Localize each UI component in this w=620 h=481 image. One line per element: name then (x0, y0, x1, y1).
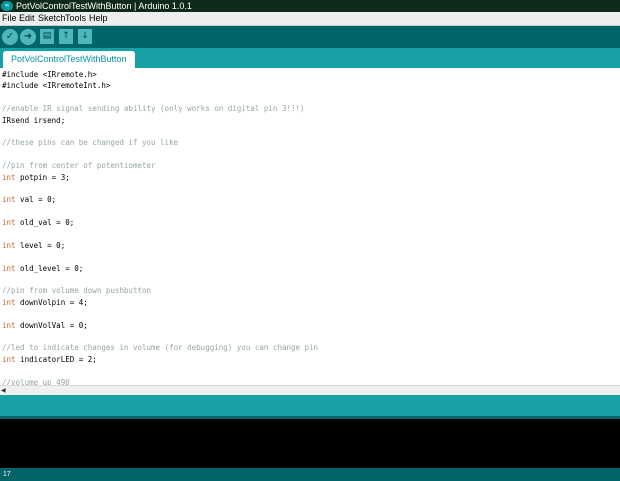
code-text: potpin = 3; (15, 172, 70, 182)
keyword: int (2, 172, 16, 182)
status-bar (0, 395, 620, 419)
code-text: IRsend irsend; (2, 115, 66, 125)
code-line: #include <IRremote.h> (2, 69, 318, 80)
horizontal-scrollbar[interactable]: ◀ (0, 385, 620, 395)
code-comment: //these pins can be changed if you like (2, 138, 179, 148)
code-comment: //pin from center of potentiometer (2, 161, 156, 171)
code-text: downVolpin = 4; (15, 297, 88, 307)
code-line: int level = 0; (2, 240, 318, 251)
code-line: int val = 0; (2, 194, 318, 205)
code-editor[interactable]: #include <IRremote.h> #include <IRremoteI… (0, 68, 620, 385)
code-line: //volume up 490 (2, 377, 318, 385)
code-text: old_val = 0; (15, 218, 75, 228)
tab-sketch[interactable]: PotVolControlTestWithButton (3, 51, 135, 68)
code-text: level = 0; (15, 240, 66, 250)
verify-icon[interactable]: ✓ (2, 29, 18, 45)
keyword: int (2, 320, 16, 330)
code-line: //pin from center of potentiometer (2, 160, 318, 171)
code-area[interactable]: #include <IRremote.h> #include <IRremoteI… (2, 69, 318, 385)
menu-edit[interactable]: Edit (19, 12, 35, 25)
save-sketch-icon[interactable]: ↓ (78, 29, 92, 44)
arduino-icon: ∞ (1, 1, 13, 11)
keyword: int (2, 297, 16, 307)
code-text: val = 0; (15, 195, 57, 205)
open-sketch-icon[interactable]: ↑ (59, 29, 73, 44)
code-text: old_level = 0; (15, 263, 84, 273)
menu-help[interactable]: Help (89, 12, 108, 25)
window-title: PotVolControlTestWithButton | Arduino 1.… (16, 1, 192, 11)
code-comment: //enable IR signal sending ability (only… (2, 104, 305, 114)
code-line: #include <IRremoteInt.h> (2, 80, 318, 91)
keyword: int (2, 354, 16, 364)
toolbar: ✓ ➜ ▤ ↑ ↓ (0, 26, 620, 48)
title-bar: ∞ PotVolControlTestWithButton | Arduino … (0, 0, 620, 12)
console-output (0, 419, 620, 468)
menu-file[interactable]: File (2, 12, 17, 25)
menu-sketch[interactable]: Sketch (38, 12, 66, 25)
menu-tools[interactable]: Tools (65, 12, 86, 25)
code-comment: //pin from volume down pushbutton (2, 286, 152, 296)
code-line: int old_level = 0; (2, 263, 318, 274)
code-text: downVolVal = 0; (15, 320, 88, 330)
code-line: //these pins can be changed if you like (2, 137, 318, 148)
code-text: indicatorLED = 2; (15, 354, 97, 364)
code-line: int potpin = 3; (2, 172, 318, 183)
keyword: int (2, 263, 16, 273)
code-text: #include <IRremote.h> (2, 70, 97, 79)
code-comment: //led to indicate changes in volume (for… (2, 343, 319, 353)
tab-strip: PotVolControlTestWithButton (0, 48, 620, 68)
code-line: int old_val = 0; (2, 217, 318, 228)
keyword: int (2, 218, 16, 228)
code-text: #include <IRremoteInt.h> (2, 81, 111, 91)
code-line: int downVolVal = 0; (2, 320, 318, 331)
code-line: //pin from volume down pushbutton (2, 285, 318, 296)
code-line: //enable IR signal sending ability (only… (2, 103, 318, 114)
code-comment: //volume up 490 (2, 377, 70, 385)
line-number: 17 (3, 471, 11, 478)
new-sketch-icon[interactable]: ▤ (40, 29, 54, 44)
code-line: IRsend irsend; (2, 115, 318, 126)
upload-icon[interactable]: ➜ (20, 29, 36, 45)
keyword: int (2, 195, 16, 205)
footer-bar: 17 (0, 468, 620, 481)
code-line: int downVolpin = 4; (2, 297, 318, 308)
code-line: //led to indicate changes in volume (for… (2, 342, 318, 353)
menu-bar: File Edit Sketch Tools Help (0, 12, 620, 26)
code-line: int indicatorLED = 2; (2, 354, 318, 365)
keyword: int (2, 240, 16, 250)
scroll-left-icon[interactable]: ◀ (1, 386, 6, 395)
